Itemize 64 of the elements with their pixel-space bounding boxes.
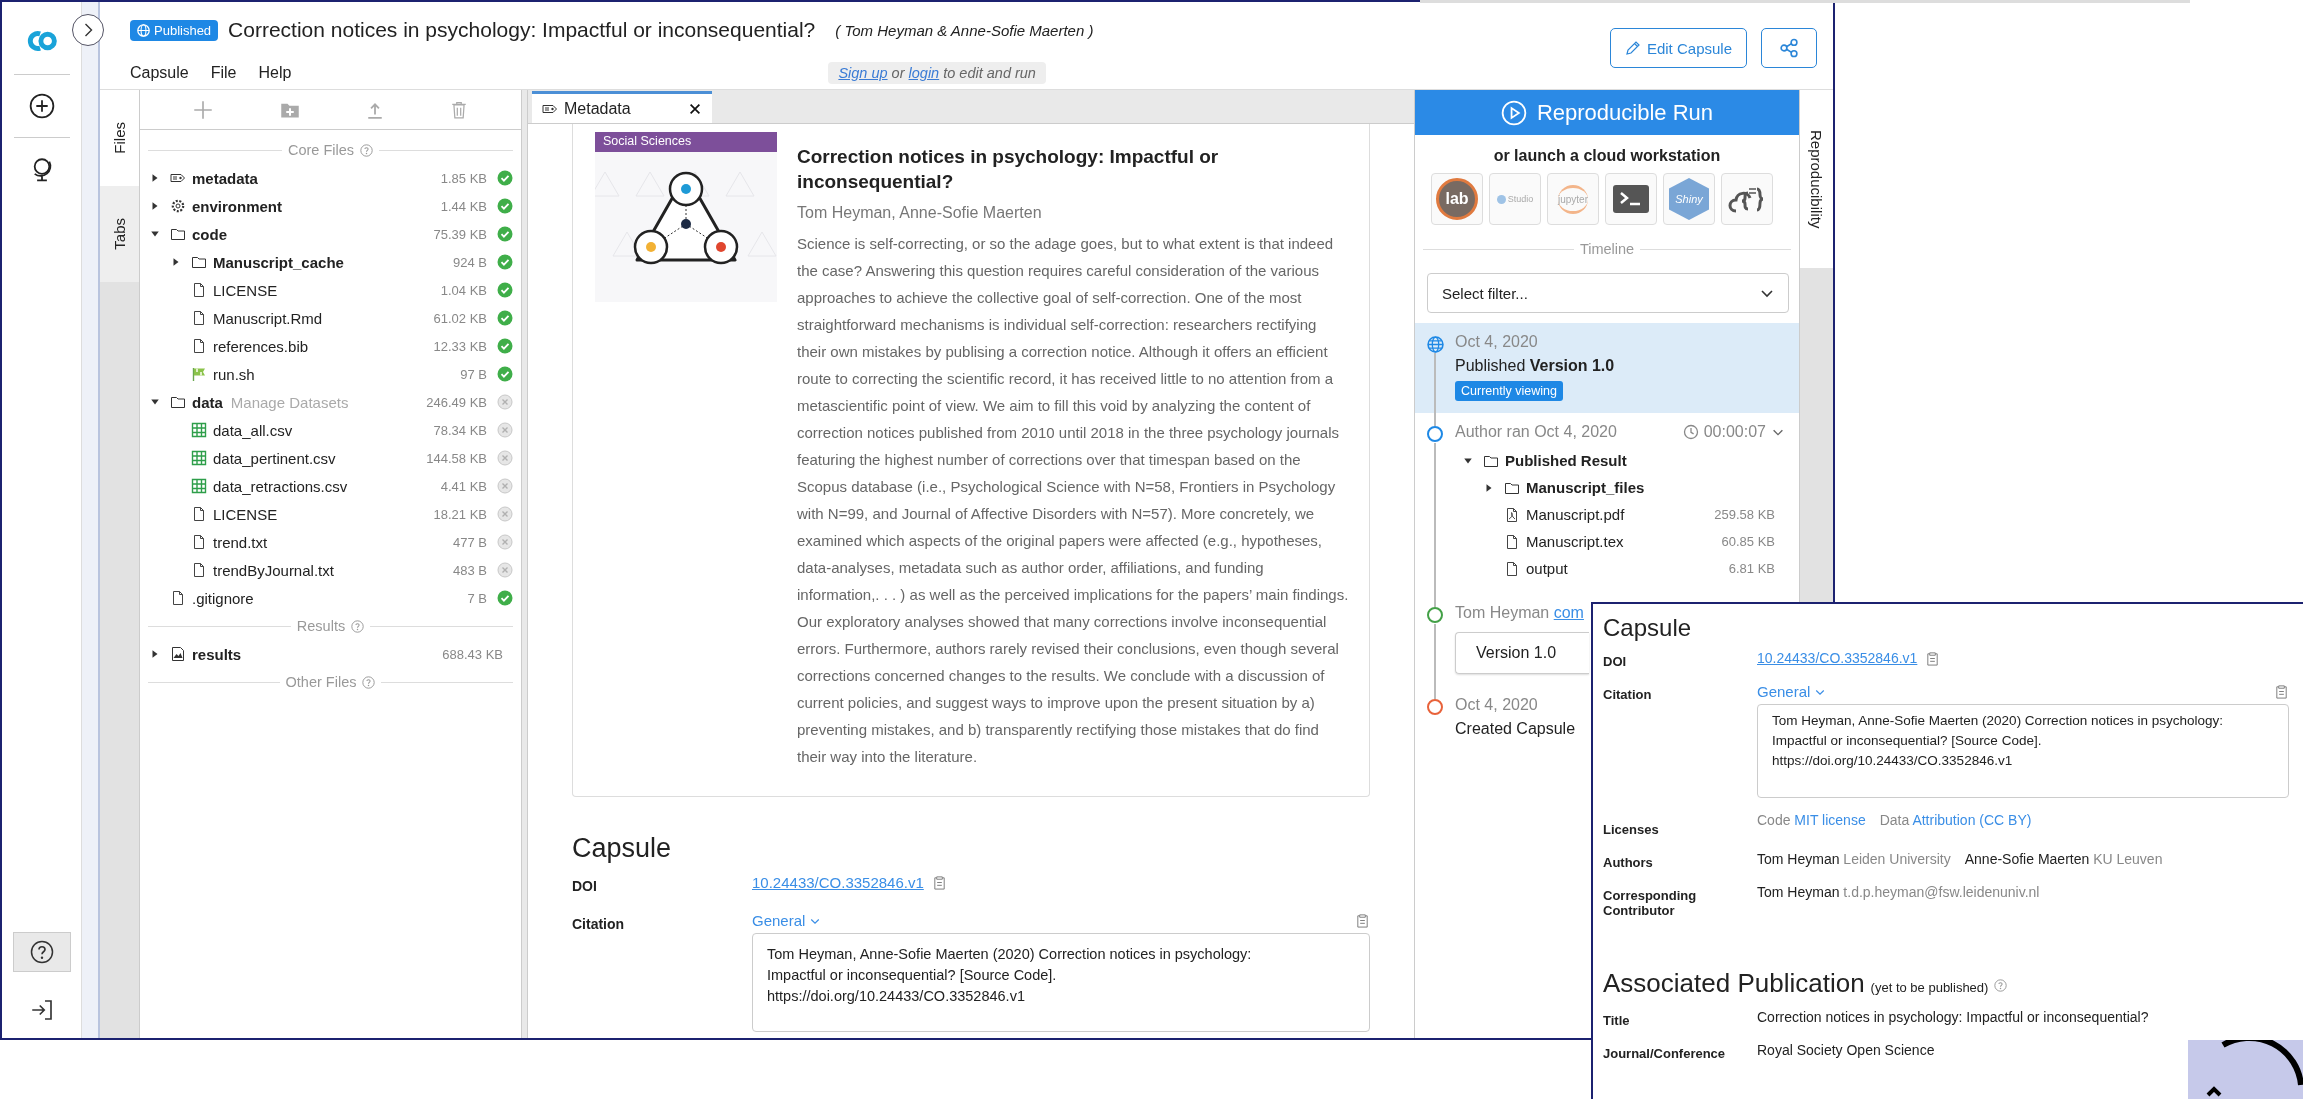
- field-label: Title: [1603, 1012, 1631, 1028]
- field-label: Authors: [1603, 854, 1654, 870]
- author-name: Anne-Sofie Maerten: [1964, 851, 2090, 867]
- section-label: Core Files: [287, 142, 355, 158]
- field-label: Citation: [572, 915, 626, 932]
- file-size: 1.04 KB: [440, 282, 487, 298]
- field-label: Journal/Conference: [1603, 1045, 1727, 1061]
- file-size: 97 B: [460, 366, 487, 382]
- capsule-authors: ( Tom Heyman & Anne-Sofie Maerten ): [835, 21, 1094, 39]
- file-size: 18.21 KB: [433, 506, 487, 522]
- launch-label: or launch a cloud workstation: [1492, 147, 1722, 165]
- currently-viewing-badge: Currently viewing: [1455, 381, 1563, 401]
- file-size: 246.49 KB: [426, 394, 487, 410]
- section-heading: Associated Publication: [1603, 968, 1865, 999]
- section-heading: Capsule: [1603, 614, 1693, 642]
- capsule-title: Correction notices in psychology: Impactful or inconsequential?: [228, 18, 816, 42]
- contact-name: Tom Heyman: [1757, 884, 1840, 900]
- file-size: 6.81 KB: [1728, 561, 1775, 576]
- abstract: Science is self-correcting, or so the adage goes, but to what extent is that indeed the case? Answering this question requires careful consideration of the various approaches to achieve the collective goal of self-correction. One of the most straightforward mechanisms is individual self-correction: researchers rectifying their own mistakes by publising a correction notice. Although it offers an efficient route to correcting the scientific record, it has received little to no attention from a metascientific point of view. We aim to fill this void by analyzing the content of correction notices published from 2010 until 2018 in the three psychology journals featuring the highest number of corrections over that timespan based on the Scopus database (i.e., Psychological Science with N=58, Frontiers in Psychology with N=99, and Journal of Affective Disorders with N=57). More concretely, we examined which aspects of the original papers were affected (e.g., hypotheses, data-analyses, metadata such as author order, affiliations, and funding information,. . . ) as well as the perceived implications for the papers’ main findings. Our exploratory analyses showed that many corrections involve inconsequential errors. Furthermore, authors rarely revised their conclusions, even though several corrections concerned changes to the results. We conclude with a discussion of current policies, and suggest ways to improve upon the present situation by a) preventing mistakes, and b) transparently rectifying those mistakes that do find their way into the literature.: [797, 234, 1349, 767]
- file-size: 924 B: [453, 254, 487, 270]
- sign-in-notice: Sign up or login to edit and run: [828, 62, 1046, 84]
- file-size: 144.58 KB: [426, 450, 487, 466]
- card-title: Correction notices in psychology: Impactful or inconsequential?: [797, 145, 1220, 194]
- category-label: Social Sciences: [595, 132, 777, 152]
- file-size: 259.58 KB: [1714, 507, 1775, 522]
- run-duration: 00:00:07: [1703, 423, 1766, 441]
- field-label: Corresponding Contributor: [1603, 887, 1698, 918]
- field-value: Royal Society Open Science: [1757, 1042, 1936, 1058]
- card-authors: Tom Heyman, Anne-Sofie Maerten: [797, 204, 1043, 222]
- file-size: 61.02 KB: [433, 310, 487, 326]
- file-size: 7 B: [467, 590, 487, 606]
- field-value: Correction notices in psychology: Impactful or inconsequential?: [1757, 1009, 2150, 1025]
- contact-email: t.d.p.heyman@fsw.leidenuniv.nl: [1843, 884, 2040, 900]
- file-size: 1.85 KB: [440, 170, 487, 186]
- author-affiliation: Leiden University: [1843, 851, 1951, 867]
- file-size: 688.43 KB: [442, 646, 503, 662]
- timeline-date: Oct 4, 2020: [1455, 696, 1539, 714]
- publication-note: (yet to be published): [1870, 980, 1989, 995]
- file-size: 483 B: [453, 562, 487, 578]
- file-size: 60.85 KB: [1721, 534, 1775, 549]
- citation-text: Tom Heyman, Anne-Sofie Maerten (2020) Correction notices in psychology: Impactful or inconsequential? [Source Code]. https://doi.org/10.24433/CO.3352846.v1: [752, 933, 1370, 1032]
- file-size: 477 B: [453, 534, 487, 550]
- section-label: Other Files: [285, 674, 357, 690]
- author-affiliation: KU Leuven: [2093, 851, 2163, 867]
- section-label: Timeline: [1579, 241, 1635, 257]
- citation-text: Tom Heyman, Anne-Sofie Maerten (2020) Correction notices in psychology: Impactful or inconsequential? [Source Code]. https://doi.org/10.24433/CO.3352846.v1: [1757, 704, 2289, 798]
- file-size: 75.39 KB: [433, 226, 487, 242]
- field-label: Citation: [1603, 686, 1653, 702]
- license-type: Code: [1757, 812, 1791, 828]
- license-type: Data: [1879, 812, 1910, 828]
- file-size: 4.41 KB: [440, 478, 487, 494]
- timeline-event: Author ran Oct 4, 2020: [1455, 423, 1617, 441]
- field-label: DOI: [1603, 653, 1628, 669]
- badge-label: Published: [154, 22, 212, 38]
- file-size: 78.34 KB: [433, 422, 487, 438]
- field-label: Licenses: [1603, 821, 1660, 837]
- file-size: 12.33 KB: [433, 338, 487, 354]
- field-label: DOI: [572, 877, 598, 894]
- section-heading: Capsule: [572, 833, 673, 864]
- file-size: 1.44 KB: [440, 198, 487, 214]
- author-name: Tom Heyman: [1757, 851, 1840, 867]
- timeline-event: Published Version 1.0: [1455, 357, 1616, 375]
- timeline-date: Oct 4, 2020: [1455, 333, 1539, 351]
- section-label: Results: [296, 618, 346, 634]
